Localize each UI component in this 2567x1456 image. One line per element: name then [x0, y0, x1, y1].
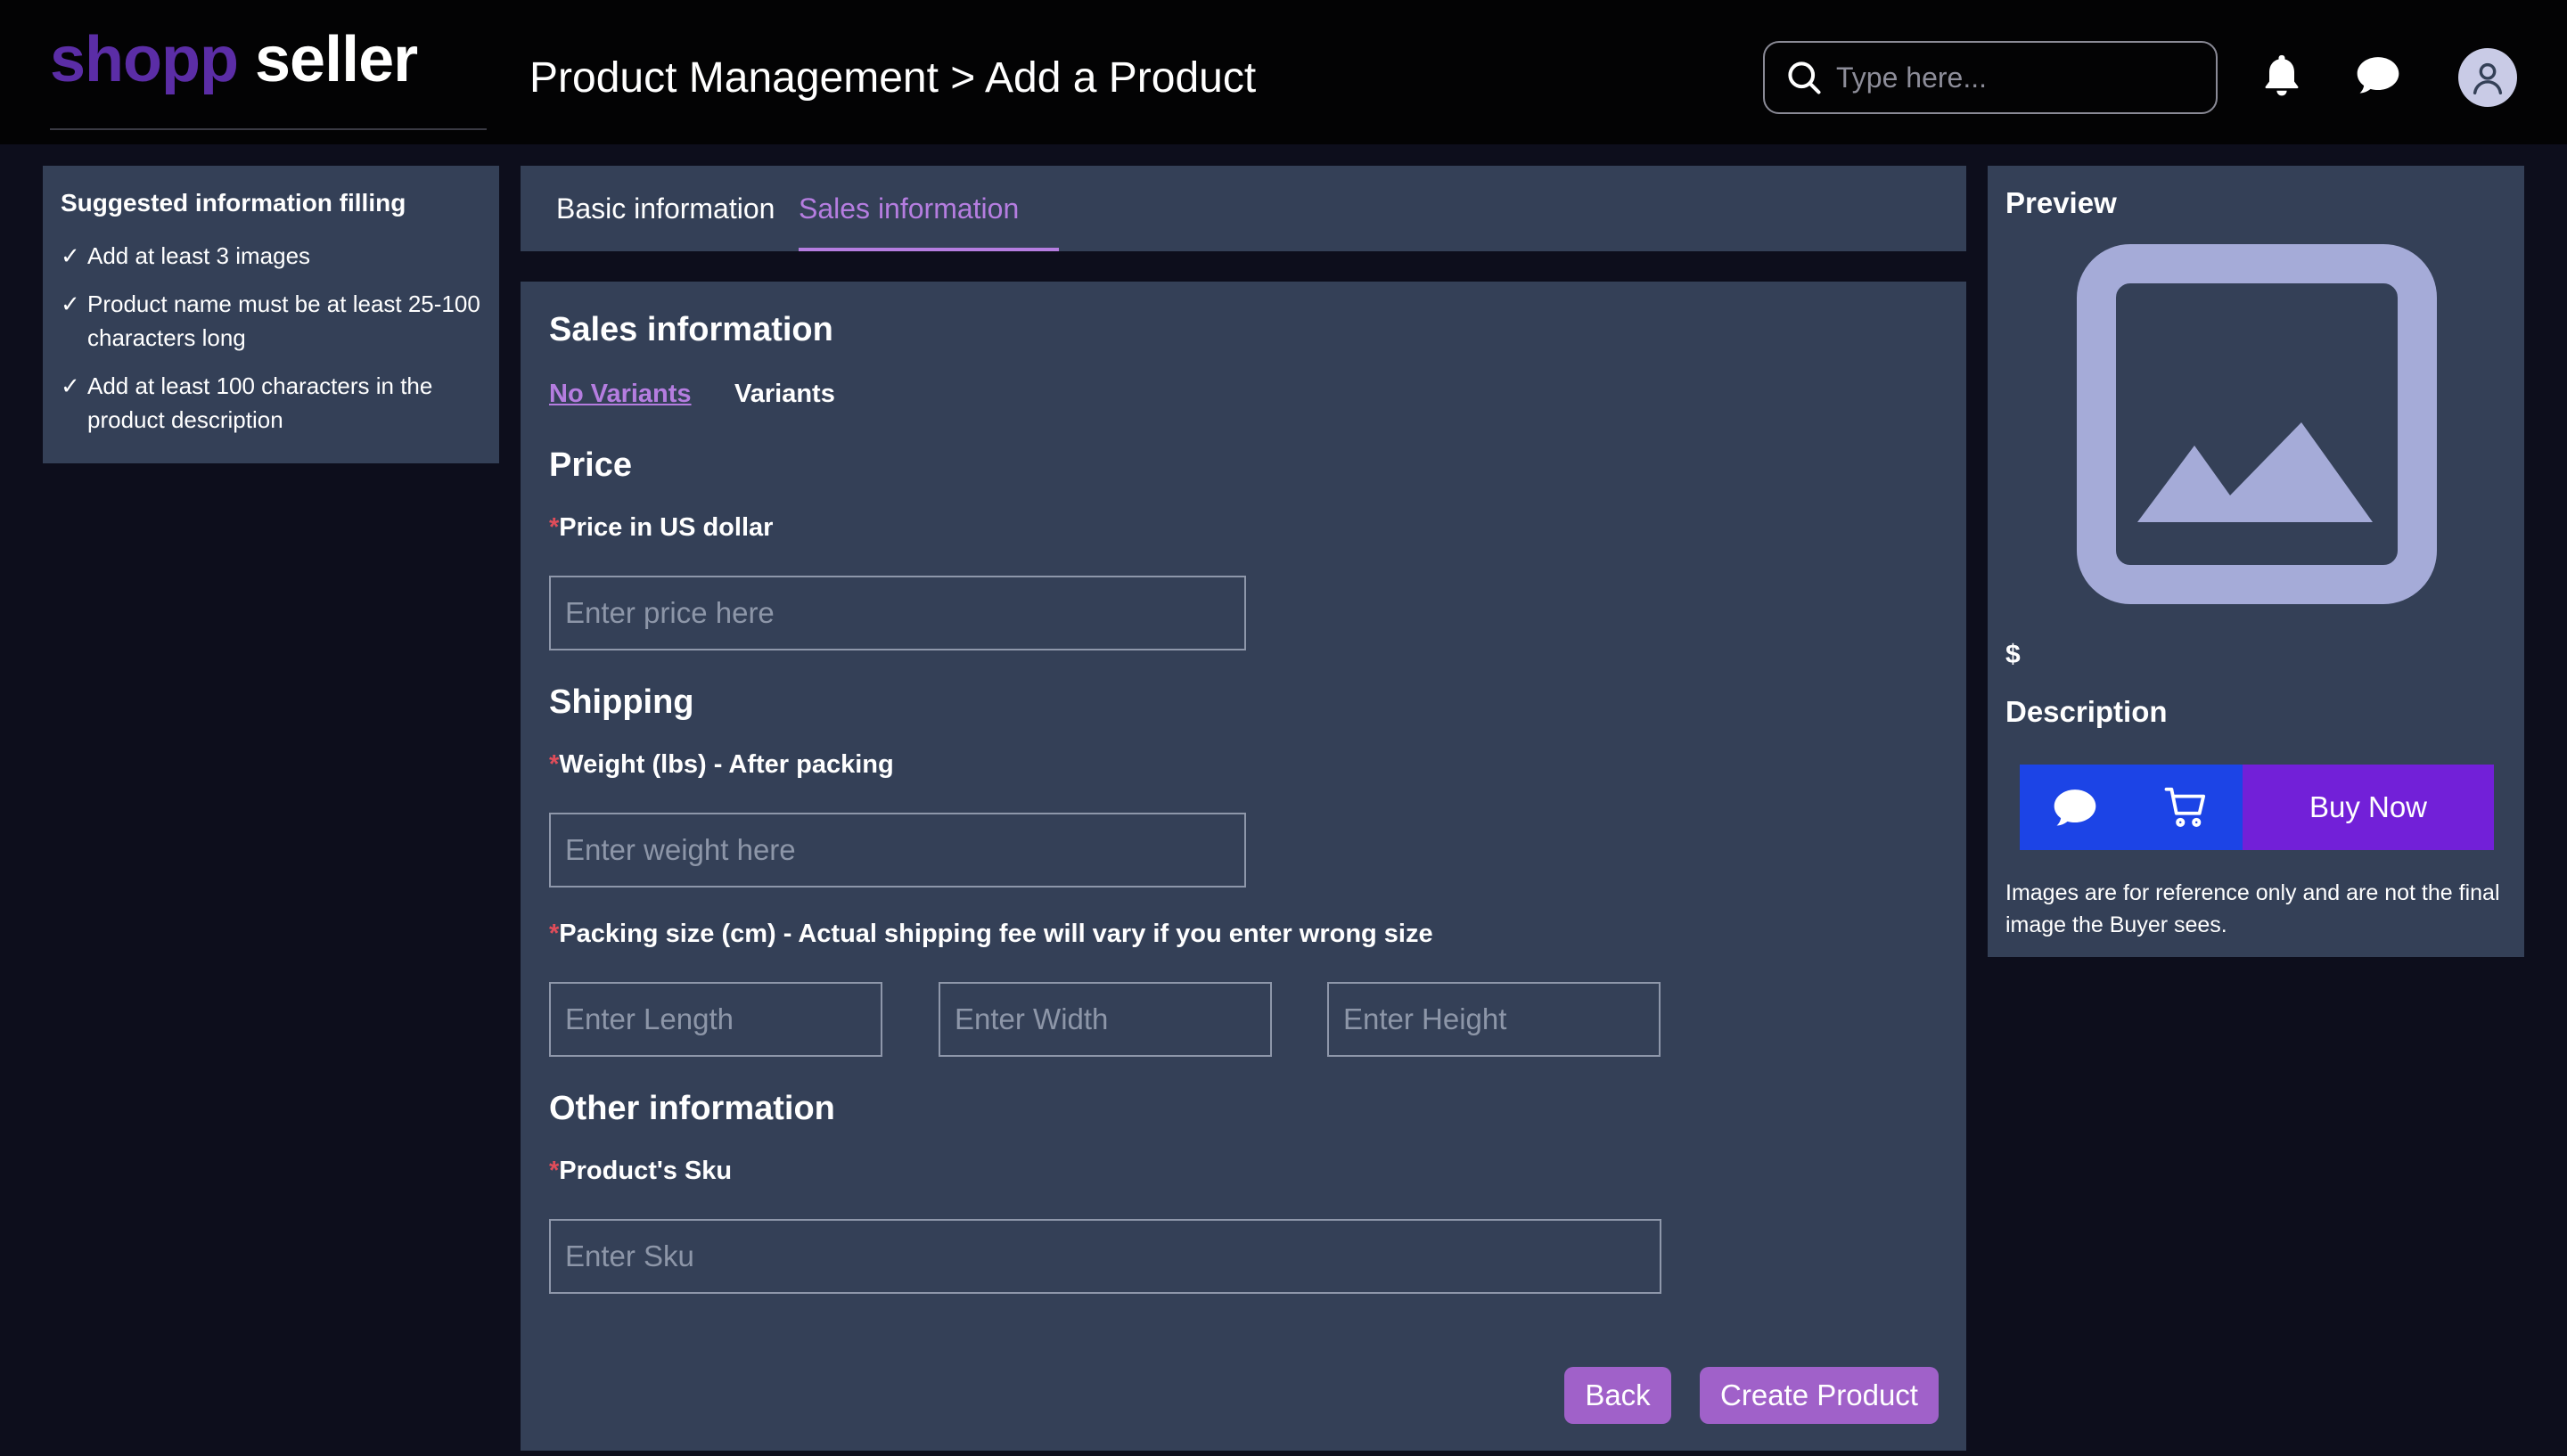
- preview-buy-bar: Buy Now: [2020, 765, 2494, 850]
- tab-basic-information[interactable]: Basic information: [556, 166, 775, 251]
- image-placeholder-icon: [2077, 244, 2437, 604]
- cart-icon: [2164, 787, 2206, 827]
- preview-description-label: Description: [2005, 695, 2168, 728]
- preview-buy-now-button[interactable]: Buy Now: [2243, 765, 2494, 850]
- logo-brand: shopp: [50, 24, 239, 95]
- required-mark: *: [549, 750, 560, 779]
- price-label: *Price in US dollar: [549, 510, 773, 545]
- suggestion-text: Product name must be at least 25-100 cha…: [87, 290, 480, 351]
- search-box[interactable]: [1763, 41, 2218, 114]
- form-heading: Sales information: [549, 311, 833, 348]
- weight-input[interactable]: [549, 813, 1246, 888]
- height-input[interactable]: [1327, 982, 1661, 1057]
- sku-label: *Product's Sku: [549, 1153, 732, 1189]
- preview-chat-button[interactable]: [2020, 765, 2130, 850]
- sales-information-form: Sales information No Variants Variants P…: [521, 282, 1966, 1451]
- price-input[interactable]: [549, 576, 1246, 650]
- required-mark: *: [549, 920, 560, 948]
- suggestion-text: Add at least 100 characters in the produ…: [87, 372, 433, 433]
- price-section-title: Price: [549, 446, 632, 484]
- check-icon: ✓: [61, 242, 80, 269]
- suggestion-text: Add at least 3 images: [87, 242, 311, 269]
- no-variants-option[interactable]: No Variants: [549, 380, 692, 409]
- top-header: shopp seller Product Management > Add a …: [0, 0, 2567, 144]
- preview-cart-button[interactable]: [2130, 765, 2243, 850]
- sku-label-text: Product's Sku: [559, 1157, 733, 1185]
- suggestion-item: ✓ Add at least 100 characters in the pro…: [61, 369, 481, 437]
- check-icon: ✓: [61, 290, 80, 317]
- user-icon: [2473, 62, 2503, 94]
- price-label-text: Price in US dollar: [559, 513, 774, 542]
- packing-size-label-text: Packing size (cm) - Actual shipping fee …: [559, 920, 1433, 948]
- preview-price: $: [2005, 640, 2021, 669]
- search-icon: [1788, 61, 1821, 94]
- tab-bar: Basic information Sales information: [521, 166, 1966, 251]
- variants-option[interactable]: Variants: [734, 380, 835, 409]
- weight-label-text: Weight (lbs) - After packing: [559, 750, 894, 779]
- app-logo[interactable]: shopp seller: [50, 20, 418, 100]
- chat-icon[interactable]: [2353, 50, 2403, 100]
- sku-input[interactable]: [549, 1219, 1661, 1294]
- chat-icon: [2054, 789, 2096, 826]
- length-input[interactable]: [549, 982, 882, 1057]
- create-product-button[interactable]: Create Product: [1700, 1367, 1939, 1424]
- avatar[interactable]: [2458, 48, 2517, 107]
- suggestion-panel: Suggested information filling ✓ Add at l…: [43, 166, 499, 463]
- logo-seller: seller: [254, 24, 418, 95]
- preview-note: Images are for reference only and are no…: [2005, 880, 2500, 937]
- suggestion-item: ✓ Product name must be at least 25-100 c…: [61, 287, 481, 355]
- weight-label: *Weight (lbs) - After packing: [549, 747, 894, 782]
- other-information-title: Other information: [549, 1090, 835, 1127]
- back-button[interactable]: Back: [1564, 1367, 1671, 1424]
- required-mark: *: [549, 1157, 560, 1185]
- check-icon: ✓: [61, 372, 80, 399]
- logo-divider: [50, 128, 487, 130]
- tab-sales-information[interactable]: Sales information: [799, 166, 1019, 251]
- required-mark: *: [549, 513, 560, 542]
- preview-panel: Preview $ Description Buy Now Images are…: [1988, 166, 2524, 957]
- packing-size-label: *Packing size (cm) - Actual shipping fee…: [549, 916, 1433, 952]
- active-tab-indicator: [799, 248, 1059, 251]
- suggestion-item: ✓ Add at least 3 images: [61, 239, 481, 273]
- page-title: Product Management > Add a Product: [529, 54, 1257, 102]
- width-input[interactable]: [939, 982, 1272, 1057]
- preview-title: Preview: [2005, 186, 2117, 219]
- shipping-section-title: Shipping: [549, 683, 694, 721]
- search-input[interactable]: [1836, 61, 2193, 94]
- suggestion-title: Suggested information filling: [61, 189, 406, 217]
- bell-icon[interactable]: [2257, 50, 2307, 100]
